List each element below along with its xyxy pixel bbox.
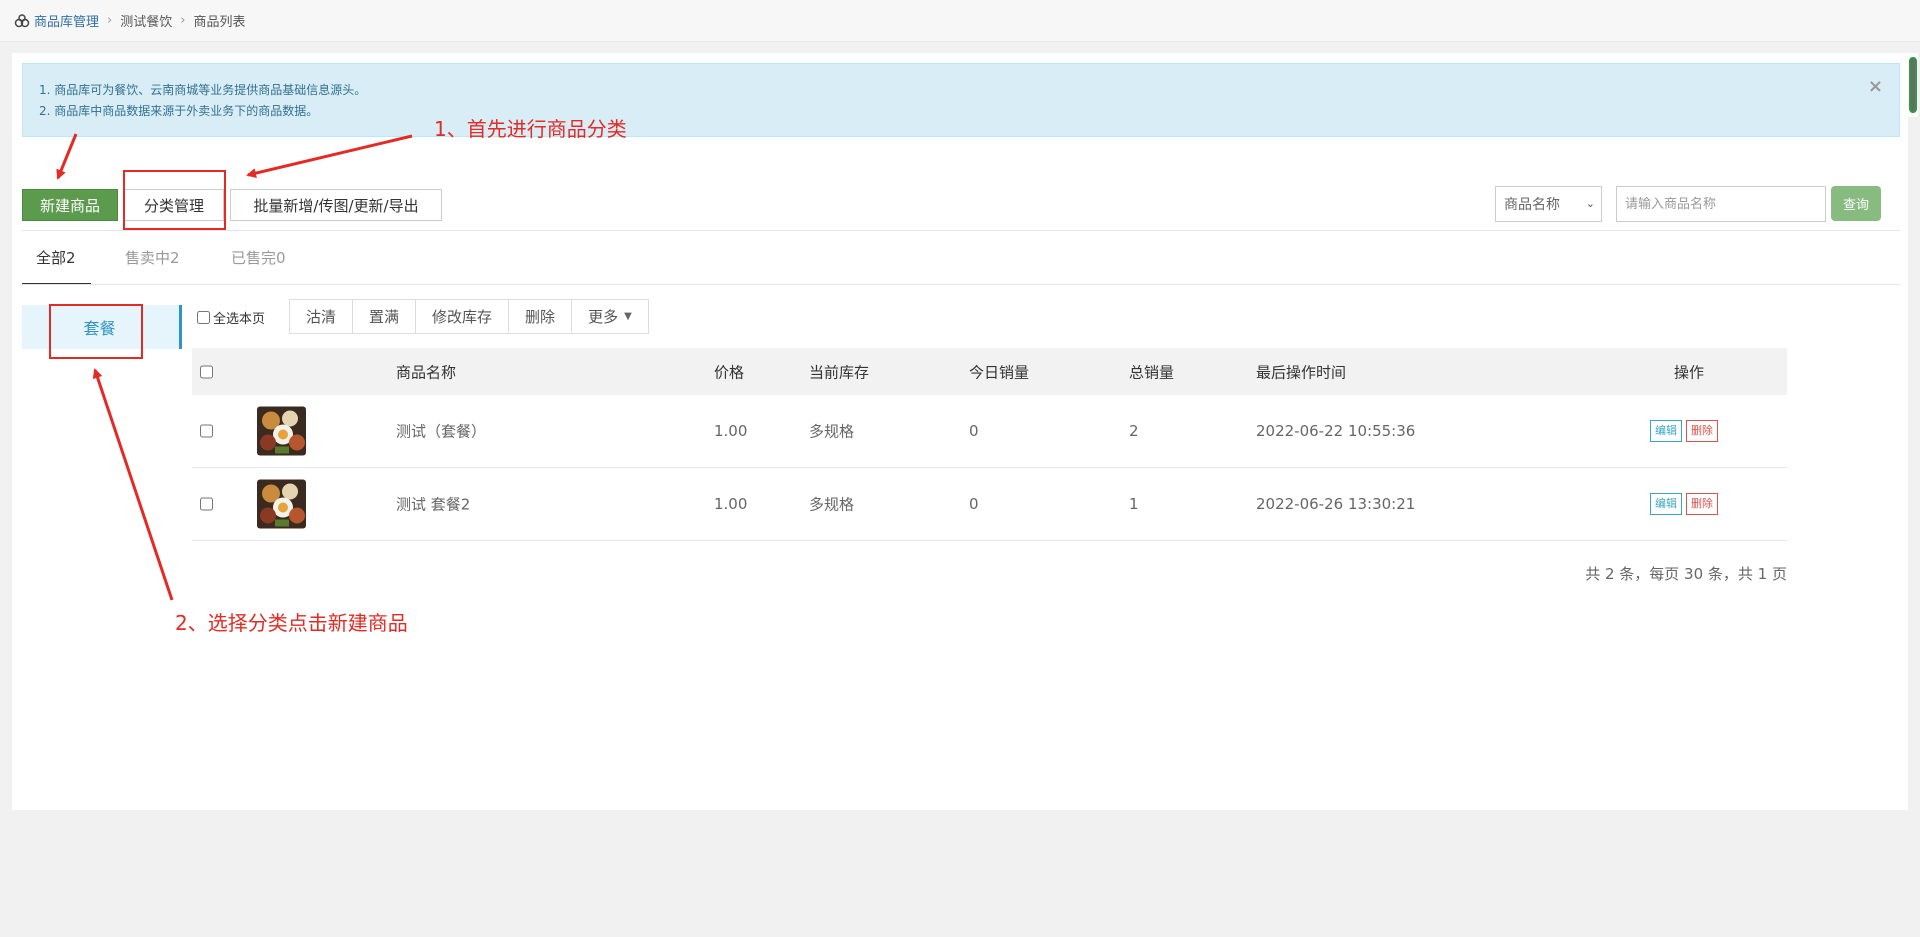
info-alert: 1. 商品库可为餐饮、云南商城等业务提供商品基础信息源头。 2. 商品库中商品数… [22,63,1900,137]
row-actions: 编辑 删除 [1650,420,1722,442]
search-input[interactable] [1616,186,1826,222]
scrollbar-highlight [1909,57,1917,113]
clear-stock-button[interactable]: 沽清 [290,300,354,333]
product-today-sales: 0 [969,422,979,440]
product-name: 测试（套餐） [396,422,487,441]
breadcrumb-separator: › [107,13,113,28]
product-last-op-time: 2022-06-22 10:55:36 [1256,422,1416,440]
table-header: 商品名称 价格 当前库存 今日销量 总销量 最后操作时间 操作 [192,348,1787,395]
batch-operations-button[interactable]: 批量新增/传图/更新/导出 [230,189,442,221]
row-checkbox[interactable] [200,424,213,438]
product-total-sales: 2 [1129,422,1139,440]
annotation-box-category [123,170,226,230]
product-stock: 多规格 [809,422,855,441]
product-stock: 多规格 [809,495,855,514]
breadcrumb-item-store[interactable]: 测试餐饮 [120,11,172,30]
tab-sold-out[interactable]: 已售完0 [231,247,286,268]
edit-button[interactable]: 编辑 [1650,493,1682,515]
header-checkbox[interactable] [200,365,213,378]
table-row: 测试（套餐） 1.00 多规格 0 2 2022-06-22 10:55:36 … [192,395,1787,468]
col-header-price: 价格 [714,363,745,381]
breadcrumb-separator: › [180,13,186,28]
product-name: 测试 套餐2 [396,495,471,514]
select-all-label: 全选本页 [213,311,266,327]
annotation-step-1: 1、首先进行商品分类 [434,117,627,141]
select-all-page[interactable]: 全选本页 [197,308,266,327]
tab-all[interactable]: 全部2 [36,247,76,268]
delete-button[interactable]: 删除 [509,300,573,333]
edit-button[interactable]: 编辑 [1650,420,1682,442]
bulk-toolbar: 沽清 置满 修改库存 删除 更多 ▼ [289,299,649,334]
more-dropdown[interactable]: 更多 ▼ [572,300,648,333]
divider [22,230,1900,231]
col-header-actions: 操作 [1674,363,1705,381]
scrollbar[interactable] [1908,53,1918,117]
delete-row-button[interactable]: 删除 [1686,420,1718,442]
col-header-name: 商品名称 [396,363,457,381]
breadcrumb-item-current: 商品列表 [193,15,246,30]
table-row: 测试 套餐2 1.00 多规格 0 1 2022-06-26 13:30:21 … [192,468,1787,541]
pagination-info: 共 2 条，每页 30 条，共 1 页 [1585,565,1787,583]
tab-on-sale[interactable]: 售卖中2 [125,247,180,268]
chevron-down-icon: ⌄ [1585,197,1595,210]
col-header-stock: 当前库存 [809,363,870,381]
divider [22,284,1900,285]
annotation-step-2: 2、选择分类点击新建商品 [175,611,408,635]
row-actions: 编辑 删除 [1650,493,1722,515]
alert-line-1: 1. 商品库可为餐饮、云南商城等业务提供商品基础信息源头。 [39,83,367,97]
product-table: 商品名称 价格 当前库存 今日销量 总销量 最后操作时间 操作 测试（套餐） 1… [192,348,1787,541]
product-total-sales: 1 [1129,495,1139,513]
food-image-icon [257,479,306,529]
search-field-value: 商品名称 [1504,197,1560,213]
new-product-button[interactable]: 新建商品 [22,189,118,221]
product-today-sales: 0 [969,495,979,513]
row-checkbox[interactable] [200,497,213,511]
select-all-checkbox[interactable] [197,310,210,324]
food-image-icon [257,406,306,456]
alert-line-2: 2. 商品库中商品数据来源于外卖业务下的商品数据。 [39,104,319,118]
product-thumbnail[interactable] [257,406,306,456]
col-header-last-op-time: 最后操作时间 [1256,363,1347,381]
query-button[interactable]: 查询 [1831,186,1881,221]
annotation-box-set-meal [49,304,143,359]
edit-stock-button[interactable]: 修改库存 [416,300,510,333]
breadcrumb-link-library[interactable]: 商品库管理 [34,11,99,30]
close-icon[interactable]: × [1868,78,1883,96]
col-header-today-sales: 今日销量 [969,363,1030,381]
store-icon [14,13,30,27]
fill-stock-button[interactable]: 置满 [353,300,417,333]
product-thumbnail[interactable] [257,479,306,529]
search-field-select[interactable]: 商品名称 ⌄ [1495,186,1602,222]
breadcrumb: 商品库管理 › 测试餐饮 › 商品列表 [0,0,1920,42]
delete-row-button[interactable]: 删除 [1686,493,1718,515]
product-price: 1.00 [714,422,748,440]
caret-down-icon: ▼ [624,311,632,322]
more-label: 更多 [588,308,619,326]
col-header-total-sales: 总销量 [1129,363,1175,381]
product-last-op-time: 2022-06-26 13:30:21 [1256,495,1416,513]
product-price: 1.00 [714,495,748,513]
